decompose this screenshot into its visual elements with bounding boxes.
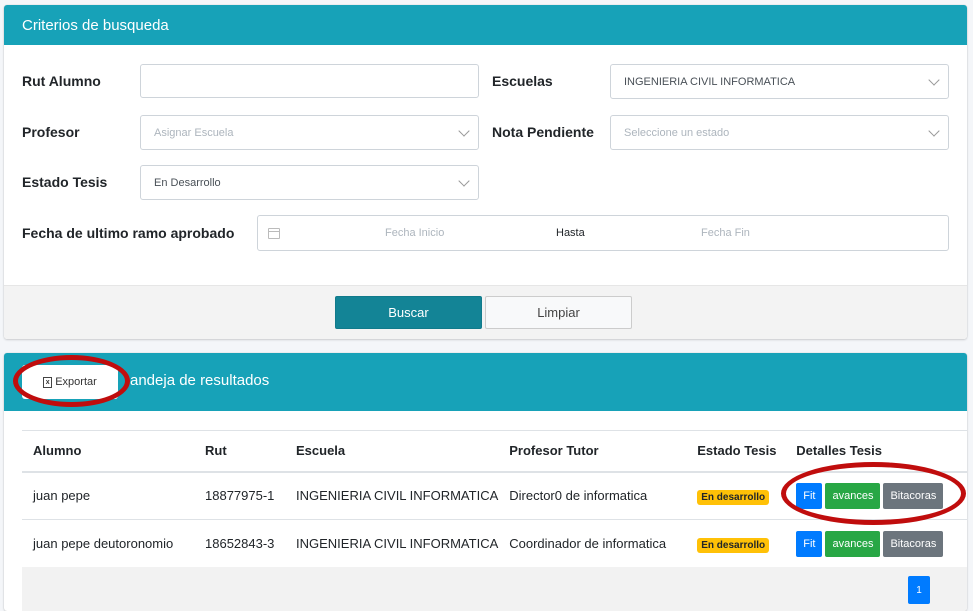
table-header-row: Alumno Rut Escuela Profesor Tutor Estado…	[22, 430, 967, 473]
pagination: 1	[22, 567, 967, 611]
rut-input[interactable]	[140, 64, 479, 98]
cell-detalles: Fit avances Bitacoras	[785, 519, 967, 568]
chevron-down-icon	[928, 74, 940, 86]
escuelas-select[interactable]: INGENIERIA CIVIL INFORMATICA	[610, 64, 949, 99]
search-card: Criterios de busqueda Rut Alumno Escuela…	[4, 5, 967, 339]
col-detalles-tesis: Detalles Tesis	[785, 430, 967, 473]
avances-button[interactable]: avances	[825, 530, 881, 557]
col-rut: Rut	[194, 430, 285, 473]
cell-estado: En desarrollo	[686, 471, 786, 520]
cell-tutor: Coordinador de informatica	[498, 519, 687, 568]
fecha-inicio-input[interactable]: Fecha Inicio	[385, 227, 444, 239]
col-alumno: Alumno	[22, 430, 194, 473]
rut-label: Rut Alumno	[22, 73, 101, 89]
cell-escuela: INGENIERIA CIVIL INFORMATICA	[285, 471, 499, 520]
nota-select[interactable]: Seleccione un estado	[610, 115, 949, 150]
cell-alumno: juan pepe	[22, 471, 194, 520]
estado-value: En Desarrollo	[154, 176, 221, 189]
calendar-icon	[268, 228, 280, 239]
status-badge: En desarrollo	[697, 490, 770, 506]
chevron-down-icon	[928, 125, 940, 137]
fecha-label: Fecha de ultimo ramo aprobado	[22, 225, 235, 241]
export-button[interactable]: x Exportar	[22, 365, 118, 399]
estado-select[interactable]: En Desarrollo	[140, 165, 479, 200]
escuelas-value: INGENIERIA CIVIL INFORMATICA	[624, 75, 796, 88]
search-card-title: Criterios de busqueda	[4, 5, 967, 45]
results-card-header: x Exportar andeja de resultados	[4, 353, 967, 411]
results-table: Alumno Rut Escuela Profesor Tutor Estado…	[22, 430, 967, 568]
table-row: juan pepe 18877975-1 INGENIERIA CIVIL IN…	[22, 471, 967, 520]
results-title: andeja de resultados	[130, 372, 270, 389]
bitacoras-button[interactable]: Bitacoras	[883, 482, 944, 509]
search-card-footer: Buscar Limpiar	[4, 285, 967, 339]
nota-placeholder: Seleccione un estado	[624, 126, 730, 139]
limpiar-button[interactable]: Limpiar	[485, 296, 632, 329]
export-label: Exportar	[55, 376, 97, 388]
excel-icon: x	[43, 376, 53, 388]
escuelas-label: Escuelas	[492, 73, 553, 89]
nota-label: Nota Pendiente	[492, 124, 594, 140]
cell-detalles: Fit avances Bitacoras	[785, 471, 967, 520]
profesor-select[interactable]: Asignar Escuela	[140, 115, 479, 150]
cell-escuela: INGENIERIA CIVIL INFORMATICA	[285, 519, 499, 568]
hasta-label: Hasta	[556, 227, 585, 239]
chevron-down-icon	[458, 175, 470, 187]
avances-button[interactable]: avances	[825, 482, 881, 509]
cell-tutor: Director0 de informatica	[498, 471, 687, 520]
results-card: x Exportar andeja de resultados Alumno R…	[4, 353, 967, 611]
profesor-label: Profesor	[22, 124, 80, 140]
page-button[interactable]: 1	[908, 576, 930, 604]
estado-label: Estado Tesis	[22, 174, 108, 190]
fecha-fin-input[interactable]: Fecha Fin	[701, 227, 750, 239]
table-row: juan pepe deutoronomio 18652843-3 INGENI…	[22, 519, 967, 568]
bitacoras-button[interactable]: Bitacoras	[883, 530, 944, 557]
cell-rut: 18877975-1	[194, 471, 285, 520]
cell-estado: En desarrollo	[686, 519, 786, 568]
search-form: Rut Alumno Escuelas INGENIERIA CIVIL INF…	[4, 45, 967, 285]
buscar-button[interactable]: Buscar	[335, 296, 482, 329]
col-escuela: Escuela	[285, 430, 499, 473]
fit-button[interactable]: Fit	[796, 482, 823, 509]
col-profesor-tutor: Profesor Tutor	[498, 430, 687, 473]
profesor-placeholder: Asignar Escuela	[154, 126, 234, 139]
fit-button[interactable]: Fit	[796, 530, 823, 557]
col-estado-tesis: Estado Tesis	[686, 430, 786, 473]
chevron-down-icon	[458, 125, 470, 137]
date-range-picker[interactable]: Fecha Inicio Hasta Fecha Fin	[257, 215, 949, 251]
cell-rut: 18652843-3	[194, 519, 285, 568]
status-badge: En desarrollo	[697, 538, 770, 554]
cell-alumno: juan pepe deutoronomio	[22, 519, 194, 568]
